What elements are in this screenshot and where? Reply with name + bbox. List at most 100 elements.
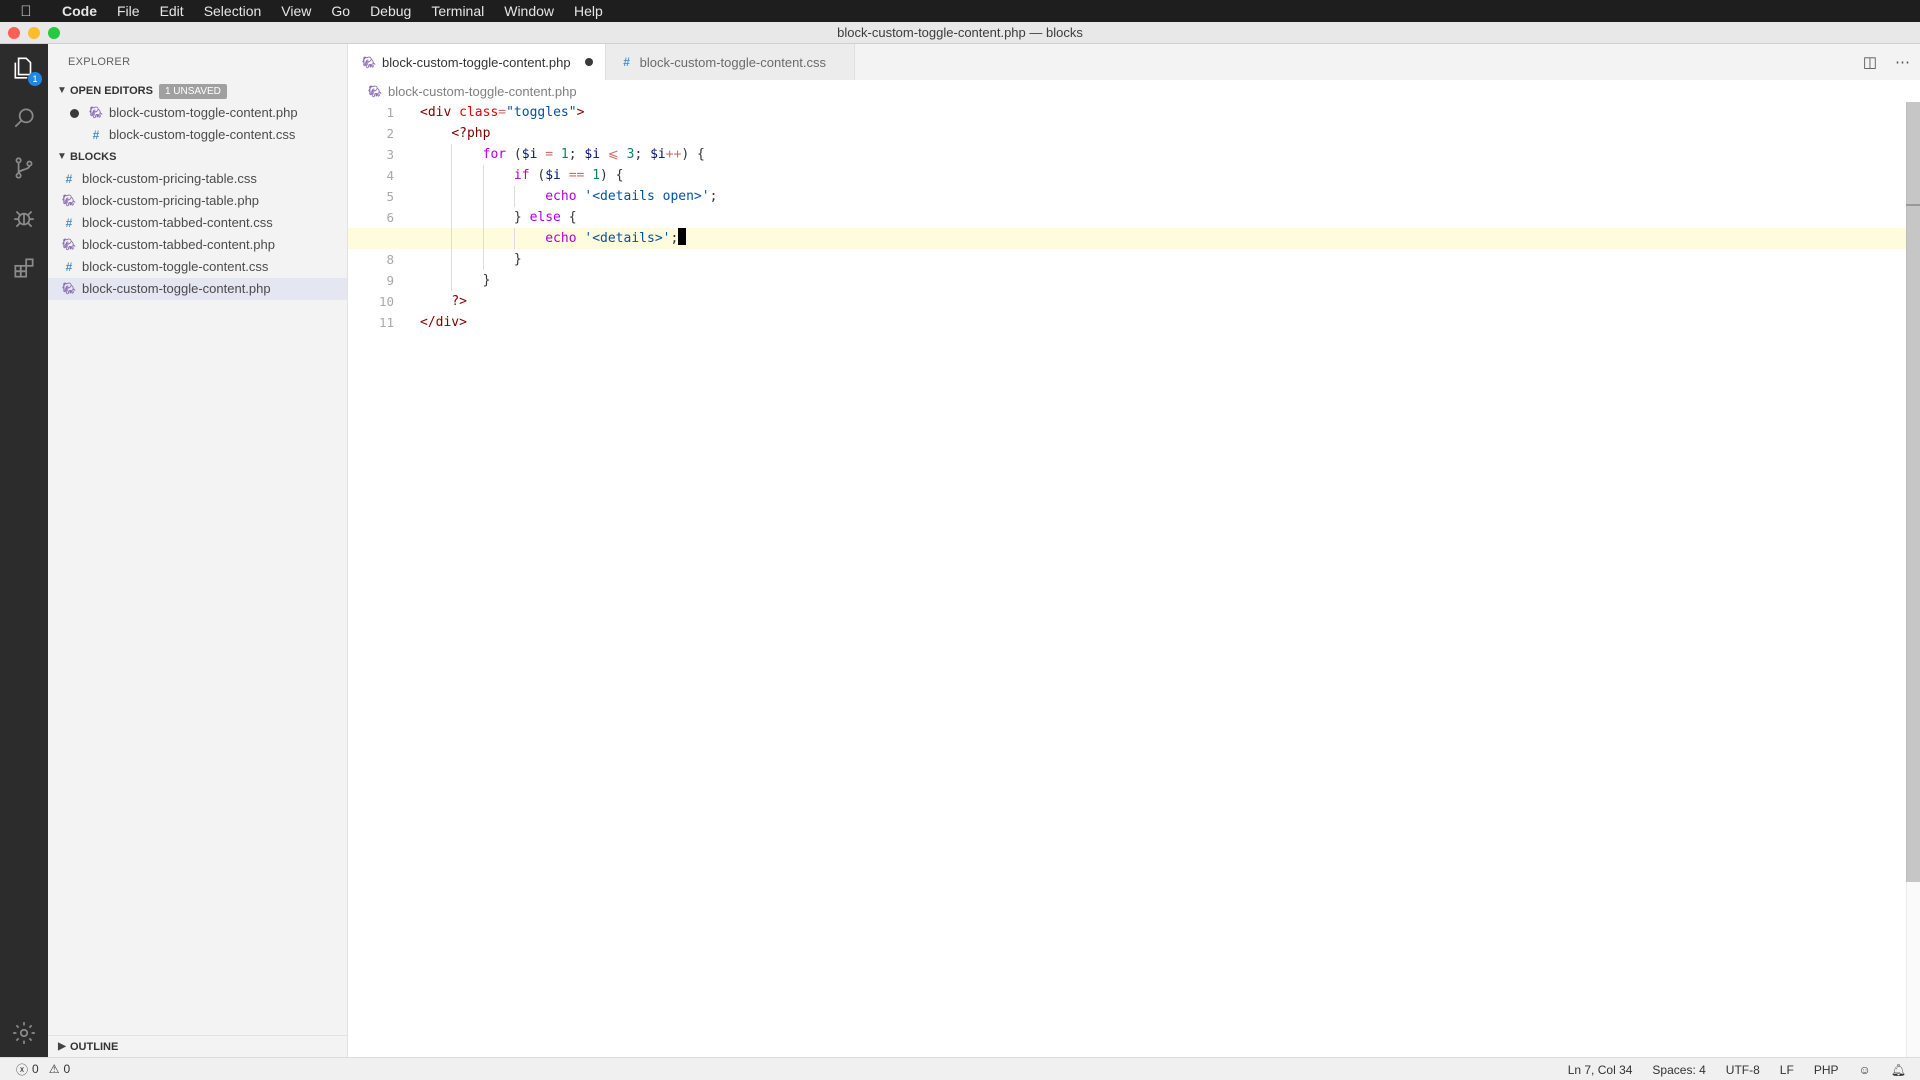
search-icon[interactable] [0,94,48,142]
css-file-icon: # [92,128,100,142]
line-number: 10 [378,294,394,309]
explorer-icon[interactable]: 1 [0,44,48,92]
menu-app-code[interactable]: Code [52,0,107,22]
tab-php-file[interactable]: 🐘︎ block-custom-toggle-content.php [348,44,606,80]
breadcrumb-filename[interactable]: block-custom-toggle-content.php [388,84,577,99]
menu-help[interactable]: Help [564,0,613,22]
outline-section-header[interactable]: ▶ OUTLINE [48,1035,348,1057]
indent-guide [482,186,484,207]
open-editor-item[interactable]: 🐘︎ block-custom-toggle-content.php [48,102,347,124]
apple-icon[interactable]:  [0,3,52,20]
outline-label: OUTLINE [70,1040,119,1053]
indent-guide [482,249,484,270]
line-number: 3 [386,147,394,162]
css-file-icon: # [623,55,630,69]
problems-indicator[interactable]: ⓧ 0 ⚠ 0 [0,1061,70,1078]
unsaved-dot-icon[interactable] [70,108,79,118]
menu-terminal[interactable]: Terminal [421,0,494,22]
file-tree-filename: block-custom-toggle-content.css [82,259,269,274]
menu-selection[interactable]: Selection [194,0,272,22]
chevron-down-icon: ▼ [57,85,67,96]
blocks-folder-header[interactable]: ▼ BLOCKS [48,146,347,168]
code-line[interactable]: } [420,270,1906,291]
file-tree-item[interactable]: # block-custom-toggle-content.css [48,256,347,278]
code-line-current[interactable]: echo '<details>'; [348,228,1906,249]
indent-guide [451,144,453,165]
debug-icon[interactable] [0,194,48,242]
php-file-icon: 🐘︎ [62,239,76,251]
code-line[interactable]: <div class="toggles"> [420,102,1906,123]
php-file-icon: 🐘︎ [362,56,376,69]
explorer-sidebar: EXPLORER ▼ OPEN EDITORS 1 UNSAVED 🐘︎ blo… [48,44,348,1057]
menu-view[interactable]: View [271,0,321,22]
error-icon: ⓧ [16,1062,29,1077]
php-file-icon: 🐘︎ [62,195,76,207]
settings-gear-icon[interactable] [0,1009,48,1057]
open-editor-filename: block-custom-toggle-content.php [109,105,298,120]
open-editor-item[interactable]: # block-custom-toggle-content.css [48,124,347,146]
indent-guide [513,228,515,249]
code-line[interactable]: for ($i = 1; $i ⩽ 3; $i++) { [420,144,1906,165]
vertical-scrollbar[interactable] [1906,102,1920,1057]
split-editor-icon[interactable]: ◫ [1863,53,1877,71]
notifications-bell-icon[interactable]: 🔔︎ [1891,1063,1906,1077]
source-control-icon[interactable] [0,144,48,192]
file-tree-item[interactable]: # block-custom-tabbed-content.css [48,212,347,234]
line-number: 1 [386,105,394,120]
line-number-gutter: 1 2 3 4 5 6 7 8 9 10 11 [348,102,396,333]
menu-edit[interactable]: Edit [150,0,194,22]
tab-css-file[interactable]: # block-custom-toggle-content.css [605,44,856,80]
menu-file[interactable]: File [107,0,150,22]
language-mode[interactable]: PHP [1814,1063,1839,1077]
php-file-icon: 🐘︎ [89,107,103,119]
feedback-smiley-icon[interactable]: ☺ [1859,1063,1871,1077]
code-line[interactable]: <?php [420,123,1906,144]
macos-menu-bar:  Code File Edit Selection View Go Debug… [0,0,1920,22]
indentation-setting[interactable]: Spaces: 4 [1652,1063,1705,1077]
zoom-window-button[interactable] [48,27,60,39]
css-file-icon: # [65,216,73,230]
file-tree-filename: block-custom-tabbed-content.css [82,215,273,230]
code-editor[interactable]: 1 2 3 4 5 6 7 8 9 10 11 <div class="togg… [348,102,1920,1057]
explorer-badge: 1 [28,72,42,86]
code-line[interactable]: </div> [420,312,1906,333]
unsaved-dot-icon[interactable] [584,58,593,66]
tab-label: block-custom-toggle-content.css [639,54,827,70]
code-line[interactable]: } [420,249,1906,270]
menu-go[interactable]: Go [321,0,360,22]
explorer-title: EXPLORER [68,56,131,68]
code-line[interactable]: } else { [420,207,1906,228]
window-title-bar: block-custom-toggle-content.php — blocks [0,22,1920,44]
window-title: block-custom-toggle-content.php — blocks [837,25,1083,40]
indent-guide [482,228,484,249]
file-tree-item[interactable]: # block-custom-pricing-table.css [48,168,347,190]
menu-debug[interactable]: Debug [360,0,421,22]
code-line[interactable]: if ($i == 1) { [420,165,1906,186]
code-line[interactable]: echo '<details open>'; [420,186,1906,207]
close-window-button[interactable] [8,27,20,39]
line-number: 4 [386,168,394,183]
minimize-window-button[interactable] [28,27,40,39]
open-editors-header[interactable]: ▼ OPEN EDITORS 1 UNSAVED [48,80,347,102]
error-count: 0 [32,1062,39,1076]
breadcrumb: 🐘︎ block-custom-toggle-content.php [348,80,1920,102]
menu-window[interactable]: Window [494,0,564,22]
indent-guide [451,249,453,270]
indent-guide [451,186,453,207]
css-file-icon: # [65,172,73,186]
tab-label: block-custom-toggle-content.php [382,54,571,70]
file-encoding[interactable]: UTF-8 [1726,1063,1760,1077]
scrollbar-thumb[interactable] [1906,102,1920,882]
file-tree-item-selected[interactable]: 🐘︎ block-custom-toggle-content.php [48,278,347,300]
file-tree-item[interactable]: 🐘︎ block-custom-tabbed-content.php [48,234,347,256]
status-bar: ⓧ 0 ⚠ 0 Ln 7, Col 34 Spaces: 4 UTF-8 LF … [0,1057,1920,1080]
more-actions-icon[interactable]: ⋯ [1895,53,1910,71]
extensions-icon[interactable] [0,244,48,292]
indent-guide [513,186,515,207]
indent-guide [451,228,453,249]
file-tree-item[interactable]: 🐘︎ block-custom-pricing-table.php [48,190,347,212]
code-lines[interactable]: <div class="toggles"> <?php for ($i = 1;… [348,102,1906,333]
code-line[interactable]: ?> [420,291,1906,312]
cursor-position[interactable]: Ln 7, Col 34 [1568,1063,1633,1077]
end-of-line[interactable]: LF [1780,1063,1794,1077]
